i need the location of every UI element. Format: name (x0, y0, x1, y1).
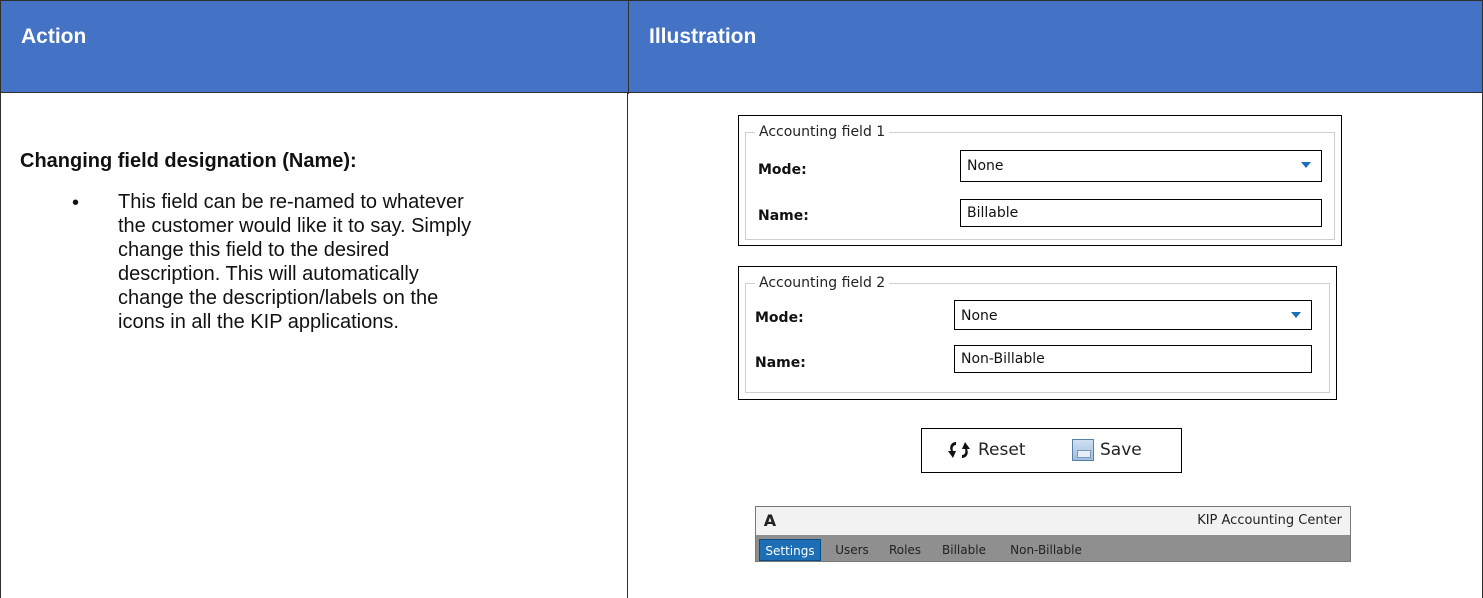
action-title: Changing field designation (Name): (20, 150, 357, 172)
app-logo-icon: A (763, 511, 777, 530)
description-line: description. This will automatically (118, 263, 419, 285)
tab-users[interactable]: Users (828, 539, 876, 561)
tab-roles[interactable]: Roles (882, 539, 928, 561)
accounting-field-2-panel: Accounting field 2 Mode: None Name: Non-… (738, 266, 1337, 400)
description-line: This field can be re-named to whatever (118, 191, 464, 213)
header-illustration-label: Illustration (649, 25, 757, 48)
tab-settings[interactable]: Settings (759, 539, 821, 561)
bullet-point: • (72, 192, 80, 214)
reset-label: Reset (978, 440, 1026, 460)
action-button-bar: Reset Save (921, 428, 1182, 473)
reset-icon (948, 442, 970, 458)
header-cell-illustration: Illustration (629, 1, 1483, 94)
name-input[interactable]: Billable (960, 199, 1322, 227)
header-cell-action: Action (1, 1, 629, 94)
mode-label: Mode: (755, 310, 804, 326)
action-description: This field can be re-named to whatever t… (118, 190, 598, 334)
description-line: the customer would like it to say. Simpl… (118, 215, 472, 237)
description-line: icons in all the KIP applications. (118, 311, 399, 333)
app-title: KIP Accounting Center (1197, 513, 1342, 528)
save-label: Save (1100, 440, 1142, 460)
mode-select-value: None (967, 158, 1004, 174)
mode-select[interactable]: None (954, 300, 1312, 330)
chevron-down-icon (1301, 162, 1311, 168)
app-window: A KIP Accounting Center Settings Users R… (755, 506, 1351, 562)
save-icon (1072, 439, 1094, 461)
fieldset-legend: Accounting field 1 (755, 124, 890, 140)
tab-bar: Settings Users Roles Billable Non-Billab… (756, 535, 1350, 561)
tab-billable[interactable]: Billable (934, 539, 994, 561)
table-header-row: Action Illustration (0, 0, 1483, 94)
name-label: Name: (755, 355, 806, 371)
reset-button[interactable]: Reset (946, 435, 1026, 465)
name-input[interactable]: Non-Billable (954, 345, 1312, 373)
accounting-field-1-panel: Accounting field 1 Mode: None Name: Bill… (738, 115, 1342, 246)
mode-select[interactable]: None (960, 150, 1322, 182)
column-divider (627, 93, 628, 598)
name-label: Name: (758, 208, 809, 224)
header-action-label: Action (21, 25, 87, 48)
description-line: change this field to the desired (118, 239, 390, 261)
tab-non-billable[interactable]: Non-Billable (1000, 539, 1092, 561)
mode-select-value: None (961, 308, 998, 324)
save-button[interactable]: Save (1072, 435, 1142, 465)
description-line: change the description/labels on the (118, 287, 439, 309)
document-table: Action Illustration Changing field desig… (0, 0, 1483, 598)
fieldset-legend: Accounting field 2 (755, 275, 890, 291)
title-bar: A KIP Accounting Center (756, 507, 1350, 535)
chevron-down-icon (1291, 312, 1301, 318)
mode-label: Mode: (758, 162, 807, 178)
